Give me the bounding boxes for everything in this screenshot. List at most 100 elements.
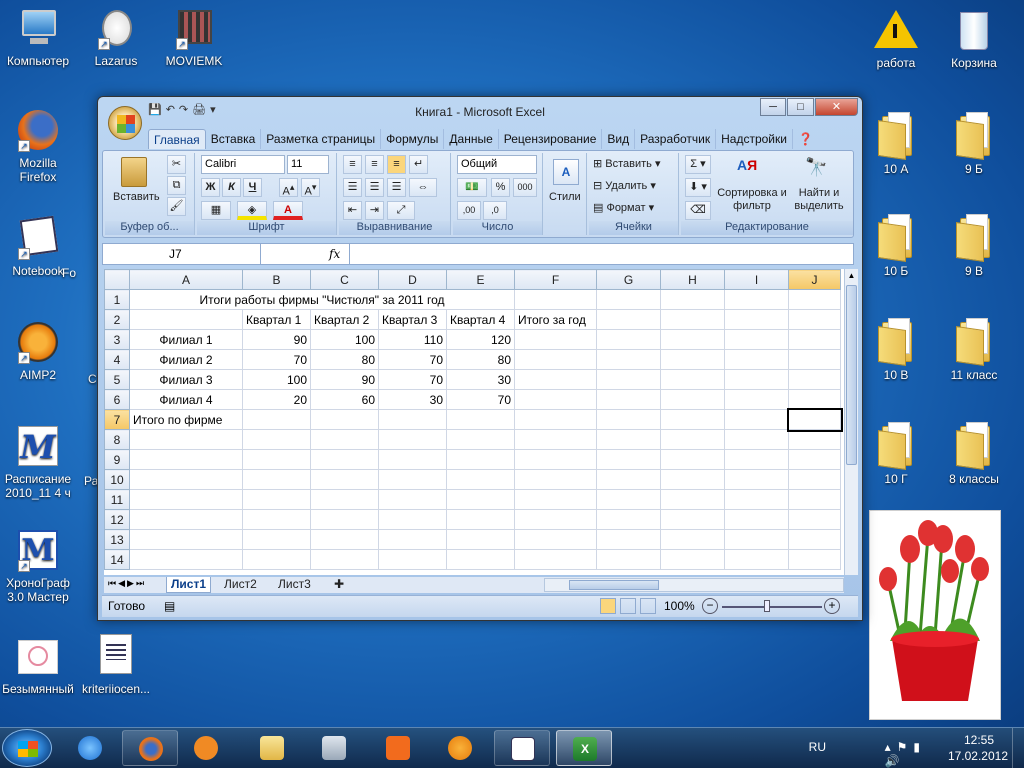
cell[interactable] [514,509,597,530]
cell[interactable]: Квартал 2 [310,309,379,330]
cell[interactable] [514,489,597,510]
sheet-row[interactable]: 11 [104,489,841,510]
row-header[interactable]: 12 [104,509,130,530]
desktop-icon-untitled[interactable]: Безымянный [0,638,76,696]
cell[interactable] [596,329,661,350]
cell[interactable] [788,329,841,350]
merged-title-cell[interactable]: Итоги работы фирмы "Чистюля" за 2011 год [129,289,515,310]
thousands-icon[interactable]: 000 [513,178,537,197]
row-header[interactable]: 10 [104,469,130,490]
scroll-thumb[interactable] [846,285,857,465]
select-all-corner[interactable] [104,269,130,290]
cell[interactable] [446,509,515,530]
cell[interactable] [514,409,597,430]
cell[interactable] [514,289,597,310]
cell[interactable] [129,509,243,530]
column-header[interactable]: C [310,269,379,290]
vertical-scrollbar[interactable]: ▲ [844,269,858,575]
cell[interactable]: Филиал 1 [129,329,243,350]
desktop-icon-work[interactable]: работа [858,8,934,70]
folder-10g[interactable]: 10 Г [858,422,934,486]
paste-icon[interactable] [121,157,147,187]
column-header[interactable]: A [129,269,243,290]
name-box[interactable]: J7 [103,244,261,264]
cell[interactable] [788,309,841,330]
cell[interactable] [310,549,379,570]
cell[interactable] [596,389,661,410]
horizontal-scrollbar[interactable] [544,578,844,592]
cell[interactable] [660,509,725,530]
align-bottom-icon[interactable]: ≡ [387,155,406,174]
tab-page-layout[interactable]: Разметка страницы [261,129,382,149]
clock-date[interactable]: 17.02.2012 [948,749,1008,763]
bold-button[interactable]: Ж [201,178,220,197]
start-button[interactable] [2,729,52,767]
desktop-icon-chronograph[interactable]: M ↗ ХроноГраф 3.0 Мастер [0,528,76,604]
taskbar-excel[interactable]: X [556,730,612,766]
formula-input[interactable] [349,244,839,264]
desktop-icon-lazarus[interactable]: ↗ Lazarus [78,8,154,68]
cell[interactable] [129,309,243,330]
sheet-table[interactable]: A B C D E F G H I J 1 Итоги работы фирмы … [104,269,843,570]
sheet-row[interactable]: 7 Итого по фирме [104,407,843,432]
sheet-row[interactable]: 1 Итоги работы фирмы "Чистюля" за 2011 го… [104,289,841,310]
column-header[interactable]: I [724,269,789,290]
decrease-indent-icon[interactable]: ⇤ [343,201,362,220]
merge-center-icon[interactable]: ⇔ [409,178,437,197]
taskbar-explorer[interactable] [244,730,300,766]
cell[interactable] [242,509,311,530]
cell[interactable]: Филиал 2 [129,349,243,370]
cell[interactable] [514,369,597,390]
cell[interactable] [378,409,447,430]
cell[interactable] [660,329,725,350]
cell[interactable] [446,409,515,430]
row-header[interactable]: 2 [104,309,130,330]
cell[interactable] [660,289,725,310]
clock-time[interactable]: 12:55 [964,733,994,747]
grow-font-icon[interactable]: A▴ [279,178,298,198]
number-format-select[interactable]: Общий [457,155,537,174]
cell[interactable] [596,549,661,570]
increase-indent-icon[interactable]: ⇥ [365,201,384,220]
taskbar-ie[interactable] [62,730,118,766]
cell[interactable] [378,469,447,490]
cell[interactable]: 70 [378,349,447,370]
find-select-icon[interactable]: 🔭 [805,157,833,183]
language-indicator[interactable]: RU [809,740,826,754]
photo-gadget[interactable] [869,510,1001,720]
cell[interactable]: 120 [446,329,515,350]
cell[interactable] [724,549,789,570]
tab-addins[interactable]: Надстройки [716,129,793,149]
sheet-row[interactable]: 2 Квартал 1 Квартал 2 Квартал 3 Квартал 4 Ито… [104,309,841,330]
cell[interactable] [596,289,661,310]
align-left-icon[interactable]: ☰ [343,178,362,197]
desktop-icon-criteria[interactable]: kriteriiocen... [78,632,154,696]
sheet-row[interactable]: 5 Филиал 3 100 90 70 30 [104,369,841,390]
cell[interactable] [129,549,243,570]
cell[interactable] [596,469,661,490]
row-header[interactable]: 7 [104,409,130,430]
cell[interactable] [514,389,597,410]
cell[interactable] [788,289,841,310]
cell[interactable] [660,469,725,490]
cell[interactable] [242,549,311,570]
cell[interactable] [129,469,243,490]
cell[interactable] [310,529,379,550]
sort-filter-icon[interactable]: AЯ [737,157,767,183]
cell[interactable] [514,549,597,570]
cell[interactable] [242,429,311,450]
cell[interactable]: 100 [242,369,311,390]
folder-9b[interactable]: 9 Б [936,112,1012,176]
cell[interactable]: 80 [446,349,515,370]
folder-10a[interactable]: 10 А [858,112,934,176]
cell[interactable] [446,549,515,570]
format-painter-icon[interactable]: 🖌 [167,197,186,216]
cell[interactable]: Итого по фирме [129,409,243,430]
taskbar-aimp[interactable] [432,730,488,766]
sheet-row[interactable]: 8 [104,429,841,450]
taskbar-firefox[interactable] [122,730,178,766]
desktop-icon-recycle-bin[interactable]: Корзина [936,8,1012,70]
increase-decimal-icon[interactable]: ,00 [457,201,481,220]
cell[interactable] [724,429,789,450]
row-header[interactable]: 5 [104,369,130,390]
